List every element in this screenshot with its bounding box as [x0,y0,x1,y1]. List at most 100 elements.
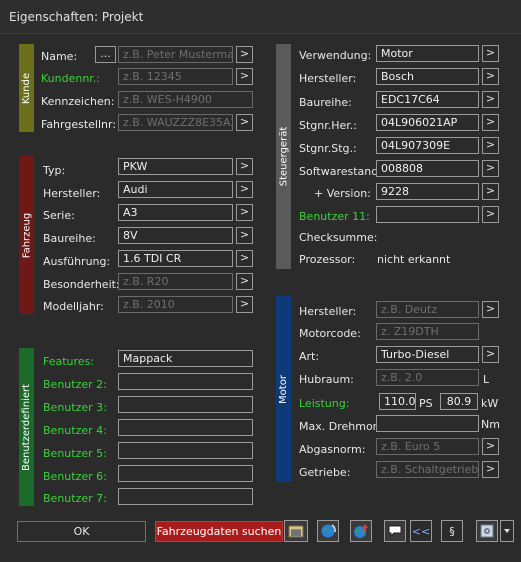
benutzer11-label: Benutzer 11: [299,210,370,223]
typ-select[interactable]: PKW [118,158,233,175]
softwarestand-arrow-button[interactable]: > [482,160,499,177]
fz-hersteller-select[interactable]: Audi [118,181,233,198]
benutzer7-input[interactable] [118,488,253,505]
prozessor-label: Prozessor: [299,253,356,266]
settings-dropdown-button[interactable] [500,520,514,542]
prozessor-value: nicht erkannt [377,253,451,266]
kundennr-arrow-button[interactable]: > [236,68,253,85]
hubraum-input[interactable]: z.B. 2.0 [376,369,479,386]
sg-baureihe-arrow-button[interactable]: > [482,91,499,108]
stgnr-her-input[interactable]: 04L906021AP [376,114,479,131]
benutzer5-input[interactable] [118,442,253,459]
kennzeichen-input[interactable]: z.B. WES-H4900 [118,91,253,108]
benutzer11-arrow-button[interactable]: > [482,206,499,223]
benutzer6-label: Benutzer 6: [43,470,107,483]
version-arrow-button[interactable]: > [482,183,499,200]
name-arrow-button[interactable]: > [236,46,253,63]
sg-hersteller-arrow-button[interactable]: > [482,68,499,85]
motorcode-input[interactable]: z. Z19DTH [376,323,479,340]
stgnr-stg-label: Stgnr.Stg.: [299,142,357,155]
typ-arrow-button[interactable]: > [236,158,253,175]
benutzer6-input[interactable] [118,465,253,482]
fahrzeugdaten-suchen-button[interactable]: Fahrzeugdaten suchen [155,521,283,542]
comment-icon [388,525,402,538]
modelljahr-label: Modelljahr: [43,300,104,313]
getriebe-arrow-button[interactable]: > [482,461,499,478]
fahrgestell-input[interactable]: z.B. WAUZZZ8E35A235 [118,114,233,131]
benutzer2-input[interactable] [118,373,253,390]
name-browse-button[interactable]: ... [95,46,116,63]
leistung-label: Leistung: [299,397,350,410]
benutzer4-input[interactable] [118,419,253,436]
globe-refresh-icon [321,524,336,538]
stgnr-stg-input[interactable]: 04L907309E [376,137,479,154]
stgnr-stg-arrow-button[interactable]: > [482,137,499,154]
benutzer3-input[interactable] [118,396,253,413]
getriebe-input[interactable]: z.B. Schaltgetriebe [376,461,479,478]
ok-button[interactable]: OK [17,521,146,542]
sg-hersteller-select[interactable]: Bosch [376,68,479,85]
kundennr-input[interactable]: z.B. 12345 [118,68,233,85]
fz-baureihe-select[interactable]: 8V [118,227,233,244]
steuergeraet-tab-label: Steuergerät [278,126,290,187]
drehmoment-label: Max. Drehmom. [299,420,387,433]
besonderheit-input[interactable]: z.B. R20 [118,273,233,290]
garage-icon [288,525,304,538]
checksumme-label: Checksumme: [299,231,378,244]
benutzer7-label: Benutzer 7: [43,492,107,505]
stgnr-her-arrow-button[interactable]: > [482,114,499,131]
verwendung-select[interactable]: Motor [376,45,479,62]
sg-hersteller-label: Hersteller: [299,72,357,85]
art-select[interactable]: Turbo-Diesel [376,346,479,363]
name-input[interactable]: z.B. Peter Mustermann [118,46,233,63]
features-label: Features: [43,355,95,368]
globe-upload-icon [354,524,368,538]
dropdown-arrow-icon [504,529,510,533]
abgasnorm-arrow-button[interactable]: > [482,438,499,455]
comment-button[interactable] [384,520,406,542]
fahrgestell-arrow-button[interactable]: > [236,114,253,131]
name-label: Name: [41,50,78,63]
globe-refresh-button[interactable] [317,520,339,542]
verwendung-arrow-button[interactable]: > [482,45,499,62]
sg-baureihe-select[interactable]: EDC17C64 [376,91,479,108]
abgasnorm-input[interactable]: z.B. Euro 5 [376,438,479,455]
collapse-button[interactable]: << [410,520,432,542]
motor-tab-label: Motor [278,374,289,404]
fz-baureihe-arrow-button[interactable]: > [236,227,253,244]
drehmoment-input[interactable] [376,415,479,432]
modelljahr-input[interactable]: z.B. 2010 [118,296,233,313]
kennzeichen-label: Kennzeichen: [41,95,115,108]
stgnr-her-label: Stgnr.Her.: [299,119,358,132]
settings-button[interactable] [476,520,498,542]
globe-upload-button[interactable] [350,520,372,542]
ausfuehrung-select[interactable]: 1.6 TDI CR [118,250,233,267]
besonderheit-arrow-button[interactable]: > [236,273,253,290]
fahrzeug-tab: Fahrzeug [19,156,34,314]
benutzer2-label: Benutzer 2: [43,378,107,391]
garage-button[interactable] [284,520,308,542]
typ-label: Typ: [43,164,66,177]
hubraum-unit: L [483,373,490,386]
leistung-ps-input[interactable]: 110.0 [379,393,416,410]
benutzer3-label: Benutzer 3: [43,401,107,414]
art-arrow-button[interactable]: > [482,346,499,363]
ausfuehrung-arrow-button[interactable]: > [236,250,253,267]
version-input[interactable]: 9228 [376,183,479,200]
features-input[interactable]: Mappack [118,350,253,367]
fahrgestell-label: Fahrgestellnr: [41,118,117,131]
leistung-kw-input[interactable]: 80.9 [440,393,478,410]
motor-hersteller-input[interactable]: z.B. Deutz [376,301,479,318]
art-label: Art: [299,350,320,363]
benutzer11-input[interactable] [376,206,479,223]
softwarestand-input[interactable]: 008808 [376,160,479,177]
benutzer-tab: Benutzerdefiniert [19,348,34,506]
paragraph-button[interactable]: § [441,520,463,542]
window-title: Eigenschaften: Projekt [9,10,144,24]
motor-hersteller-arrow-button[interactable]: > [482,301,499,318]
serie-arrow-button[interactable]: > [236,204,253,221]
serie-select[interactable]: A3 [118,204,233,221]
modelljahr-arrow-button[interactable]: > [236,296,253,313]
fz-hersteller-arrow-button[interactable]: > [236,181,253,198]
getriebe-label: Getriebe: [299,466,351,479]
